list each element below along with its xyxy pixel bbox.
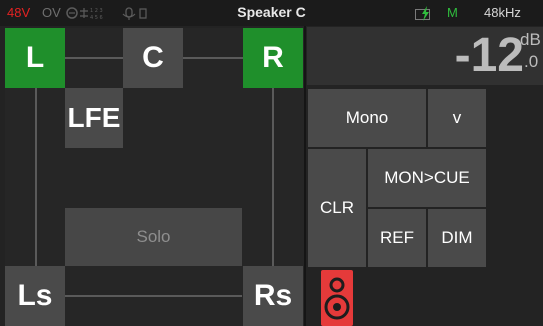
level-fraction: .0 [524,52,539,71]
page-title: Speaker C [237,4,306,20]
grid-line [35,88,37,266]
level-unit: dB [520,30,541,49]
solo-button[interactable]: Solo [65,208,242,266]
battery-charging-icon [415,6,430,21]
level-value: -12 [454,29,524,82]
clr-button[interactable]: CLR [308,149,366,267]
mono-button[interactable]: Mono [308,89,426,147]
grid-line [65,295,242,297]
speaker-icon[interactable] [321,270,353,326]
app-window: 48V OV 1 2 3 4 5 6 Speaker C M 48kHz L C… [0,0,543,326]
panel-divider [304,26,306,326]
dim-button[interactable]: DIM [428,209,486,267]
grid-line [272,88,274,266]
mode-indicator: M [447,5,458,20]
ref-button[interactable]: REF [368,209,426,267]
status-bar: 48V OV 1 2 3 4 5 6 Speaker C M 48kHz [0,0,543,26]
speaker-rs-button[interactable]: Rs [243,266,303,326]
speaker-c-button[interactable]: C [123,28,183,88]
grid-line [183,57,243,59]
mono-dropdown-button[interactable]: v [428,89,486,147]
grid-line [65,57,123,59]
speaker-lfe-button[interactable]: LFE [65,88,123,148]
mon-cue-button[interactable]: MON>CUE [368,149,486,207]
sample-rate: 48kHz [484,5,521,20]
speaker-l-button[interactable]: L [5,28,65,88]
speaker-r-button[interactable]: R [243,28,303,88]
speaker-ls-button[interactable]: Ls [5,266,65,326]
